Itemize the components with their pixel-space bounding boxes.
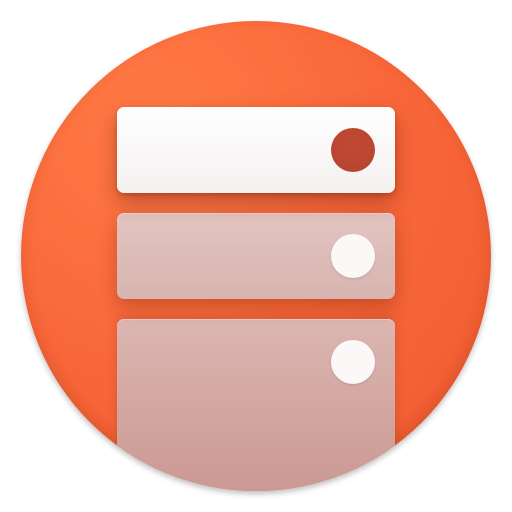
canvas: [0, 0, 512, 512]
server-storage-icon: [21, 21, 491, 491]
status-led-inactive-icon: [331, 340, 375, 384]
drive-bay-1: [117, 107, 395, 193]
status-led-active-icon: [331, 128, 375, 172]
drive-bay-2: [117, 213, 395, 299]
status-led-inactive-icon: [331, 234, 375, 278]
drive-bay-3: [117, 319, 395, 491]
